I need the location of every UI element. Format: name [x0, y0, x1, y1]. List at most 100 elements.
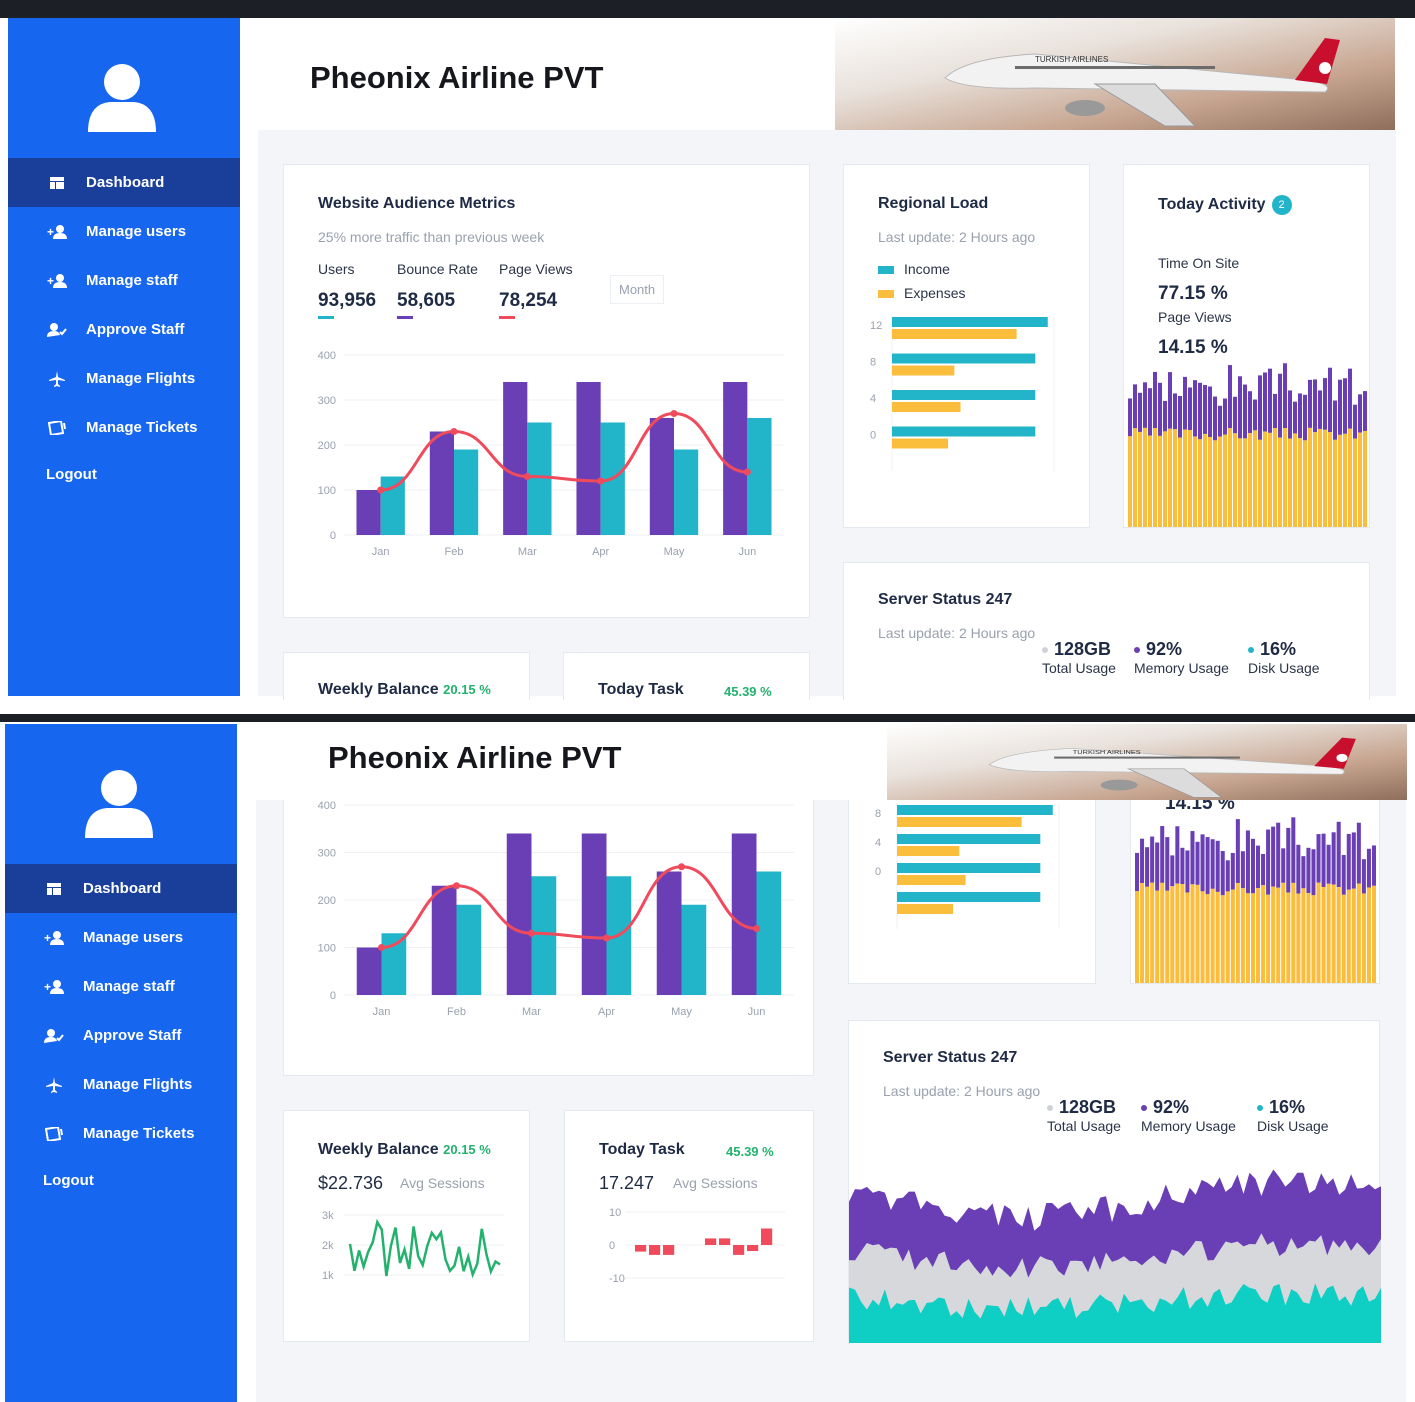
bar-expenses	[892, 365, 955, 376]
audience-bar-chart: 0 100 200 300 400 Jan Feb Mar Apr May Jun	[318, 800, 794, 1018]
legend-income: Income	[878, 261, 950, 277]
activity-bar-top	[1235, 819, 1240, 884]
activity-bar-bottom	[1190, 884, 1195, 983]
activity-bar-bottom	[1215, 891, 1220, 983]
sidebar-item-manage-tickets[interactable]: Manage Tickets	[8, 403, 240, 452]
sidebar-item-manage-staff[interactable]: + Manage staff	[5, 962, 237, 1011]
bar-series-2	[681, 904, 707, 995]
legend-income-label: Income	[904, 261, 950, 277]
activity-bar-bottom	[1195, 884, 1200, 983]
sidebar-item-manage-staff[interactable]: + Manage staff	[8, 256, 240, 305]
page-header: Pheonix Airline PVT TURKISH AIRLINES	[240, 18, 1415, 130]
sidebar-item-approve-staff[interactable]: Approve Staff	[5, 1011, 237, 1060]
y-tick-label: 1k	[322, 1270, 334, 1282]
y-tick-label: 200	[318, 895, 336, 907]
server-status-card: Server Status 247 Last update: 2 Hours a…	[843, 562, 1370, 700]
memory-usage-dot	[1141, 1105, 1147, 1112]
users-label: Users	[318, 261, 355, 277]
sidebar-item-dashboard[interactable]: Dashboard	[5, 864, 237, 913]
bar-series-1	[576, 382, 601, 535]
activity-bar-bottom	[1271, 886, 1276, 983]
y-tick-label: 3k	[322, 1210, 334, 1222]
sidebar-item-manage-users[interactable]: + Manage users	[5, 913, 237, 962]
sidebar-item-manage-flights[interactable]: Manage Flights	[8, 354, 240, 403]
bar-expenses	[892, 438, 949, 449]
activity-bar-bottom	[1148, 435, 1152, 527]
activity-bar-bottom	[1145, 886, 1150, 983]
legend-expenses: Expenses	[878, 285, 965, 301]
activity-bar-bottom	[1140, 883, 1145, 983]
y-tick-label: 400	[318, 350, 336, 362]
logout-link[interactable]: Logout	[5, 1158, 237, 1202]
bar-series-1	[429, 431, 454, 535]
activity-bar-top	[1210, 839, 1215, 889]
sidebar-item-label: Manage Tickets	[83, 1125, 195, 1142]
activity-bar-top	[1353, 404, 1357, 439]
regional-bar-chart: 12 8 4 0	[870, 315, 1055, 471]
total-usage-dot	[1047, 1105, 1053, 1112]
users-value: 93,956	[318, 290, 377, 311]
add-staff-icon: +	[43, 979, 65, 995]
y-tick-label: 100	[318, 943, 336, 955]
card-title: Today Activity 2	[1158, 195, 1292, 215]
sidebar-item-approve-staff[interactable]: Approve Staff	[8, 305, 240, 354]
server-status-card: Server Status 247 Last update: 2 Hours a…	[848, 1020, 1381, 1343]
activity-bar-top	[1190, 831, 1195, 885]
line-point	[378, 944, 385, 951]
activity-bar-top	[1308, 379, 1312, 428]
today-task-card: Today Task 45.39 %	[563, 652, 810, 700]
legend-expenses-label: Expenses	[904, 285, 966, 301]
sidebar-item-dashboard[interactable]: Dashboard	[8, 158, 240, 207]
activity-bar-top	[1278, 373, 1282, 438]
bar-series-1	[649, 418, 674, 535]
activity-bar-top	[1263, 372, 1267, 432]
activity-bar-top	[1160, 826, 1165, 883]
activity-bar-top	[1256, 845, 1261, 889]
bar-expenses	[897, 846, 960, 856]
line-point	[753, 925, 760, 932]
bar-expenses	[897, 817, 1022, 827]
activity-bar-top	[1363, 391, 1367, 431]
logout-link[interactable]: Logout	[8, 452, 240, 496]
page-title: Pheonix Airline PVT	[310, 60, 604, 95]
activity-bar-top	[1303, 394, 1307, 441]
activity-bar-bottom	[1268, 432, 1272, 527]
total-usage-value: 128GB	[1054, 639, 1112, 659]
activity-bar-top	[1133, 384, 1137, 429]
activity-bar-top	[1240, 851, 1245, 889]
line-point	[450, 428, 458, 435]
activity-bar-bottom	[1133, 428, 1137, 527]
sidebar-item-manage-flights[interactable]: Manage Flights	[5, 1060, 237, 1109]
activity-bar-top	[1306, 847, 1311, 894]
activity-bar-bottom	[1296, 893, 1301, 983]
banner-airline-name: TURKISH AIRLINES	[1035, 55, 1108, 64]
y-tick-label: 100	[318, 485, 336, 497]
activity-bar-bottom	[1198, 439, 1202, 527]
line-point	[523, 473, 531, 480]
sidebar-item-label: Manage Flights	[86, 370, 196, 387]
month-filter-button[interactable]: Month	[610, 275, 665, 304]
bar-series-2	[674, 449, 699, 535]
activity-bar-bottom	[1238, 438, 1242, 527]
sidebar-nav: Dashboard + Manage users + Manage staff …	[8, 158, 240, 496]
sidebar-item-manage-users[interactable]: + Manage users	[8, 207, 240, 256]
screenshot-bottom: Dashboard + Manage users + Manage staff …	[0, 714, 1415, 1402]
activity-bar-bottom	[1138, 431, 1142, 527]
activity-bar-top	[1301, 856, 1306, 889]
sidebar-item-manage-tickets[interactable]: Manage Tickets	[5, 1109, 237, 1158]
task-sub: Avg Sessions	[673, 1175, 758, 1191]
activity-bar-bottom	[1303, 440, 1307, 527]
bar-expenses	[897, 875, 966, 885]
y-tick-label: 0	[609, 1240, 615, 1252]
airplane-banner-image: TURKISH AIRLINES	[887, 724, 1407, 800]
card-title: Today Task	[599, 1141, 685, 1158]
disk-usage-stat: 16% Disk Usage	[1248, 639, 1320, 676]
total-usage-label: Total Usage	[1047, 1118, 1121, 1134]
activity-bar-top	[1168, 372, 1172, 429]
y-tick-label: 0	[870, 430, 876, 442]
bar-series-2	[531, 876, 557, 995]
activity-bar-top	[1178, 396, 1182, 438]
bar-series-1	[503, 382, 528, 535]
activity-bar-top	[1135, 852, 1140, 892]
activity-bar-top	[1336, 821, 1341, 888]
